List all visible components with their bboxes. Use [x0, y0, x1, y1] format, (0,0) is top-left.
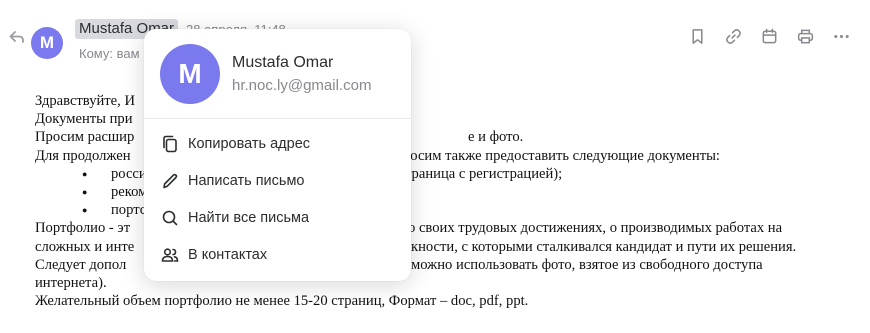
- text-fragment: росим также предоставить следующие докум…: [403, 147, 720, 164]
- contact-popover: M Mustafa Omar hr.noc.ly@gmail.com Копир…: [144, 29, 411, 281]
- copy-address-menu-item[interactable]: Копировать адрес: [144, 128, 411, 160]
- sender-avatar[interactable]: M: [31, 27, 63, 59]
- letter-line: Желательный объем портфолио не менее 15-…: [35, 293, 529, 310]
- text-fragment: траница с регистрацией);: [405, 165, 563, 182]
- printer-icon[interactable]: [796, 27, 815, 46]
- copy-icon: [160, 134, 180, 154]
- text-fragment: Портфолио - эт: [35, 220, 131, 237]
- in-contacts-menu-item[interactable]: В контактах: [144, 239, 411, 271]
- menu-item-label: В контактах: [188, 247, 268, 263]
- text-fragment: сложных и инте: [35, 238, 135, 255]
- text-fragment: реком: [111, 184, 148, 201]
- text-fragment: Следует допол: [35, 256, 127, 273]
- contact-name: Mustafa Omar: [232, 54, 334, 71]
- reply-arrow-icon[interactable]: [9, 29, 25, 45]
- menu-item-label: Найти все письма: [188, 210, 310, 226]
- text-fragment: Просим расшир: [35, 129, 135, 146]
- message-toolbar: [688, 27, 851, 46]
- find-all-letters-menu-item[interactable]: Найти все письма: [144, 202, 411, 234]
- calendar-icon[interactable]: [760, 27, 779, 46]
- text-fragment: о своих трудовых достижениях, о производ…: [408, 220, 783, 237]
- text-fragment: е и фото.: [468, 129, 524, 146]
- divider: [144, 118, 411, 119]
- text-fragment: портс: [111, 202, 147, 219]
- contact-avatar: M: [160, 44, 220, 104]
- text-fragment: кности, с которыми сталкивался кандидат …: [411, 238, 797, 255]
- contacts-icon: [160, 245, 180, 265]
- bookmark-icon[interactable]: [688, 27, 707, 46]
- menu-item-label: Написать письмо: [188, 173, 305, 189]
- menu-item-label: Копировать адрес: [188, 136, 311, 152]
- text-fragment: росси: [111, 165, 147, 182]
- text-fragment: Для продолжен: [35, 147, 131, 164]
- recipient-line: Кому: вам: [79, 46, 140, 61]
- more-icon[interactable]: [832, 27, 851, 46]
- write-letter-menu-item[interactable]: Написать письмо: [144, 165, 411, 197]
- text-fragment: можно использовать фото, взятое из свобо…: [411, 256, 763, 273]
- contact-email: hr.noc.ly@gmail.com: [232, 77, 372, 94]
- pencil-icon: [160, 171, 180, 191]
- link-icon[interactable]: [724, 27, 743, 46]
- search-icon: [160, 208, 180, 228]
